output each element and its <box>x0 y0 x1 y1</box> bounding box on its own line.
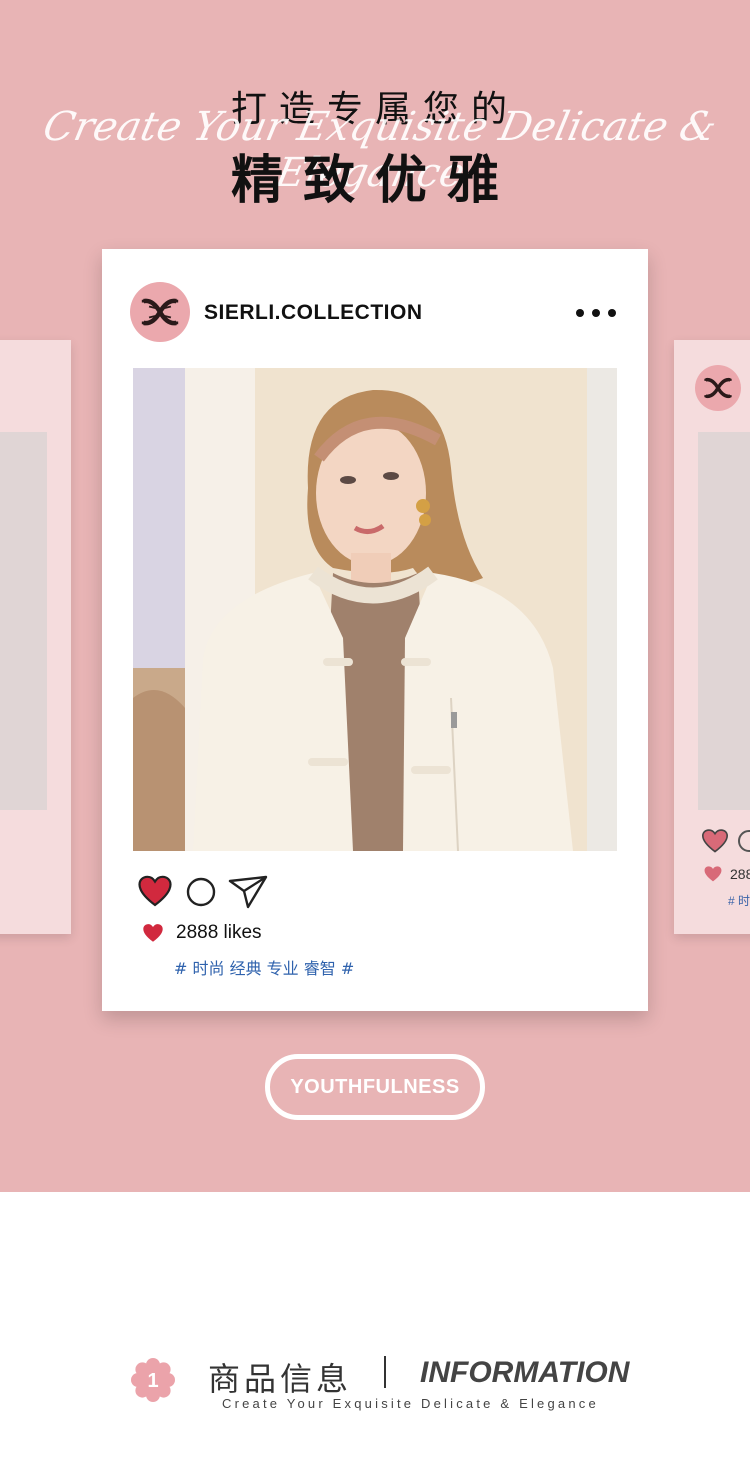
heart-icon <box>143 924 163 942</box>
heart-icon[interactable] <box>702 828 728 854</box>
sierli-logo-icon <box>695 365 741 411</box>
heart-icon[interactable] <box>138 875 172 907</box>
post-username[interactable]: SIERLI.COLLECTION <box>204 301 423 325</box>
side-card-tags: # 时 <box>728 894 750 908</box>
comment-icon[interactable] <box>738 830 750 852</box>
side-card-left-photo <box>0 432 47 810</box>
youthfulness-badge: YOUTHFULNESS <box>265 1054 485 1120</box>
post-photo <box>133 368 617 851</box>
flower-number-icon: 1 <box>131 1358 175 1402</box>
svg-text:1: 1 <box>147 1370 158 1392</box>
side-card-right-photo <box>698 432 750 810</box>
comment-icon[interactable] <box>186 877 216 907</box>
hero-title-line2: 精致优雅 <box>230 151 519 211</box>
sierli-logo-icon[interactable] <box>130 282 190 342</box>
section-title-cn: 商品信息 <box>208 1360 353 1398</box>
heart-icon <box>704 866 722 882</box>
post-card: SIERLI.COLLECTION 2888 likes # 时尚 经典 专业 … <box>102 249 648 1011</box>
more-dots-icon[interactable] <box>576 303 616 323</box>
section-subtitle: Create Your Exquisite Delicate & Eleganc… <box>222 1396 599 1411</box>
send-icon[interactable] <box>228 875 268 909</box>
section-title-en: INFORMATION <box>420 1356 630 1389</box>
hero-banner: 打造专属您的 Create Your Exquisite Delicate & … <box>0 0 750 1192</box>
section-divider <box>384 1356 386 1388</box>
post-actions <box>138 873 338 909</box>
likes-count[interactable]: 2888 likes <box>176 922 262 944</box>
hashtags[interactable]: # 时尚 经典 专业 睿智 # <box>174 955 354 979</box>
badge-label: YOUTHFULNESS <box>290 1075 460 1098</box>
side-card-left[interactable] <box>0 340 71 934</box>
side-card-likes: 288 <box>730 866 750 882</box>
section-header: 1 商品信息 INFORMATION Create Your Exquisite… <box>0 1350 750 1420</box>
side-card-right[interactable]: 288 # 时 <box>674 340 750 934</box>
